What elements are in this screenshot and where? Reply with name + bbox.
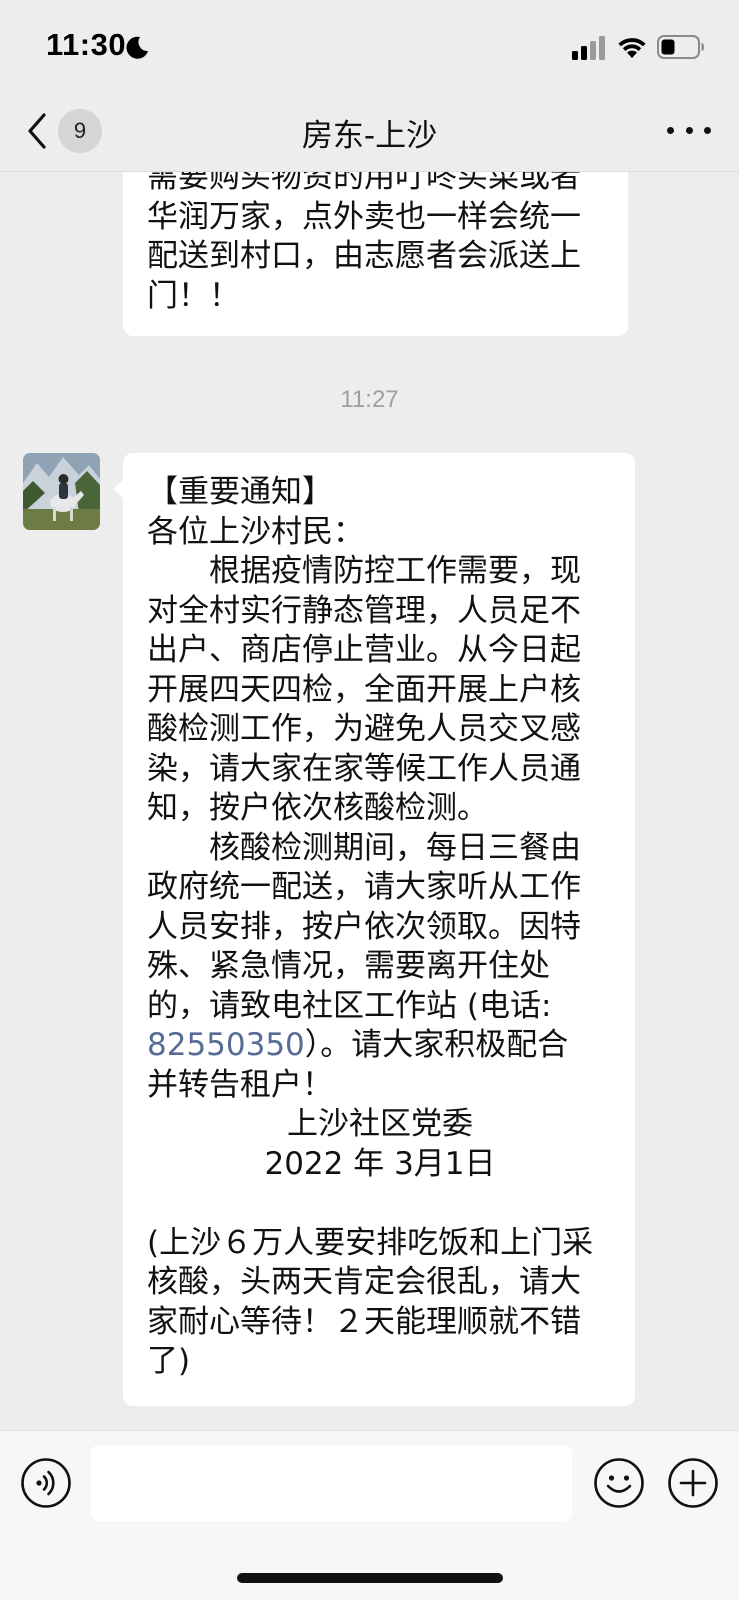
- message-bubble-notice[interactable]: 【重要通知】 各位上沙村民： 根据疫情防控工作需要，现 对全村实行静态管理，人员…: [113, 453, 635, 1406]
- message-line: 对全村实行静态管理，人员足不: [147, 592, 581, 629]
- message-line: 知，按户依次核酸检测。: [147, 790, 488, 826]
- message-line: 配送到村口，由志愿者会派送上: [147, 238, 581, 274]
- notice-signature: 上沙社区党委: [287, 1106, 473, 1142]
- chat-title: 房东-上沙: [301, 118, 438, 154]
- message-input[interactable]: [91, 1445, 572, 1521]
- wifi-icon: [618, 38, 646, 58]
- more-options-button[interactable]: [667, 110, 711, 150]
- message-line: 华润万家，点外卖也一样会统一: [147, 198, 581, 235]
- notice-title: 【重要通知】: [147, 474, 333, 510]
- message-bubble-previous[interactable]: 需要购买物资的用叮咚买菜或者 华润万家，点外卖也一样会统一 配送到村口，由志愿者…: [123, 172, 628, 336]
- message-line: 开展四天四检，全面开展上户核: [147, 671, 581, 708]
- message-text: ）。请大家积极配合: [304, 1027, 569, 1063]
- message-line: 了): [147, 1343, 191, 1379]
- message-timestamp: 11:27: [340, 386, 399, 413]
- message-line: 酸检测工作，为避免人员交叉感: [147, 711, 581, 747]
- status-time: 11:30: [46, 27, 127, 62]
- emoji-icon[interactable]: [593, 1457, 645, 1509]
- message-line: 并转告租户！: [147, 1066, 333, 1103]
- notice-greeting: 各位上沙村民：: [147, 513, 364, 550]
- message-line: 门！！: [147, 277, 240, 314]
- avatar[interactable]: [23, 453, 100, 530]
- status-bar: 11:30: [0, 0, 739, 90]
- message-line: 核酸，头两天肯定会很乱，请大: [147, 1264, 581, 1300]
- message-line: 核酸检测期间，每日三餐由: [209, 829, 581, 866]
- phone-number-link[interactable]: 82550350: [147, 1027, 305, 1063]
- message-line: 家耐心等待！２天能理顺就不错: [147, 1303, 581, 1340]
- plus-circle-icon[interactable]: [667, 1457, 719, 1509]
- avatar-image: [23, 453, 100, 530]
- message-line: 殊、紧急情况，需要离开住处: [147, 948, 550, 984]
- moon-icon: [126, 36, 148, 59]
- more-dots-icon: [704, 126, 711, 134]
- message-line: 82550350）。请大家积极配合: [147, 1026, 613, 1066]
- home-indicator: [237, 1573, 503, 1583]
- chat-header: 9 房东-上沙: [0, 90, 739, 172]
- message-line: 的，请致电社区工作站 (电话:: [147, 987, 552, 1024]
- message-line: 人员安排，按户依次领取。因特: [147, 908, 581, 945]
- signal-icon: [572, 36, 605, 60]
- more-dots-icon: [685, 126, 693, 134]
- chat-message-list[interactable]: 需要购买物资的用叮咚买菜或者 华润万家，点外卖也一样会统一 配送到村口，由志愿者…: [0, 172, 739, 1430]
- more-dots-icon: [667, 126, 674, 134]
- message-line: 染，请大家在家等候工作人员通: [147, 750, 581, 787]
- message-line: 政府统一配送，请大家听从工作: [147, 869, 581, 905]
- message-line: 根据疫情防控工作需要，现: [209, 553, 581, 589]
- message-line: 需要购买物资的用叮咚买菜或者: [147, 172, 581, 195]
- notice-date: 2022 年 3月1日: [264, 1145, 496, 1182]
- message-line: 出户、商店停止营业。从今日起: [147, 632, 581, 668]
- voice-icon[interactable]: [20, 1457, 72, 1509]
- battery-icon: [657, 35, 704, 59]
- message-line: (上沙６万人要安排吃饭和上门采: [147, 1224, 594, 1261]
